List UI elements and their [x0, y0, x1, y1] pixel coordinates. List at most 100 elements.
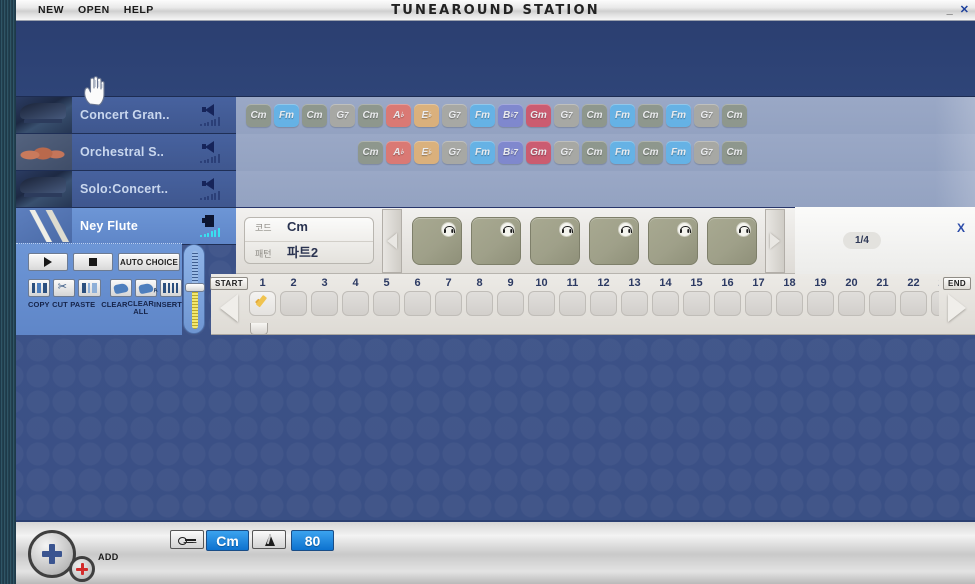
measure-box[interactable]	[280, 291, 307, 316]
end-button[interactable]: END	[942, 277, 972, 290]
measure-box[interactable]	[435, 291, 462, 316]
measure-cell[interactable]: 7	[433, 276, 464, 316]
chord-chip[interactable]: Cm	[246, 103, 271, 127]
chord-chip[interactable]: Fm	[470, 103, 495, 127]
measure-box[interactable]	[590, 291, 617, 316]
measure-box[interactable]	[311, 291, 338, 316]
measure-cell[interactable]: 12	[588, 276, 619, 316]
key-value-button[interactable]: Cm	[206, 530, 249, 551]
measure-cell[interactable]: 16	[712, 276, 743, 316]
measure-cell[interactable]: 22	[898, 276, 929, 316]
measure-cell[interactable]: 5	[371, 276, 402, 316]
key-select-button[interactable]	[170, 530, 204, 549]
close-editor-icon[interactable]: X	[957, 221, 965, 235]
pattern-next-button[interactable]	[765, 208, 785, 273]
track-row[interactable]: Concert Gran.. Cm Fm Cm G 7 Cm A ♭ E ♭ G 7 Fm B ♭ 7 Gm G 7…	[16, 96, 975, 134]
chord-chip[interactable]: G7	[554, 140, 579, 164]
cut-button[interactable]	[53, 279, 76, 297]
measure-box[interactable]	[838, 291, 865, 316]
chord-chip[interactable]: Cm	[722, 140, 747, 164]
pattern-slot[interactable]	[530, 216, 580, 265]
chord-chip[interactable]: E ♭	[414, 140, 439, 164]
timeline-next-icon[interactable]	[948, 294, 966, 322]
measure-box[interactable]	[776, 291, 803, 316]
measure-box[interactable]	[745, 291, 772, 316]
measure-cell[interactable]: 15	[681, 276, 712, 316]
fader-knob[interactable]	[185, 283, 205, 292]
measure-cell[interactable]: 11	[557, 276, 588, 316]
track-play-button[interactable]	[28, 253, 68, 271]
chord-chip[interactable]: G7	[330, 103, 355, 127]
chord-chip[interactable]: G7	[442, 103, 467, 127]
pattern-prev-button[interactable]	[382, 208, 402, 273]
chord-chip[interactable]: Fm	[610, 140, 635, 164]
measure-box[interactable]	[497, 291, 524, 316]
measure-cell[interactable]: 8	[464, 276, 495, 316]
timeline-prev-icon[interactable]	[220, 294, 238, 322]
chord-chip[interactable]: Cm	[722, 103, 747, 127]
track-row[interactable]: Solo:Concert..	[16, 170, 975, 208]
close-icon[interactable]: ✕	[960, 4, 969, 16]
track-volume-control[interactable]	[192, 104, 228, 126]
chord-chip[interactable]: Cm	[638, 140, 663, 164]
chord-chip[interactable]: Gm	[526, 103, 551, 127]
measure-box[interactable]	[683, 291, 710, 316]
track-row[interactable]: Orchestral S.. Cm A ♭ E ♭ G 7 Fm B ♭ 7 Gm G 7 Cm Fm Cm Fm…	[16, 133, 975, 171]
pattern-slot[interactable]	[707, 216, 757, 265]
measure-cell[interactable]: 20	[836, 276, 867, 316]
pattern-slot[interactable]	[648, 216, 698, 265]
chord-slot-empty[interactable]	[302, 141, 327, 164]
measure-cell[interactable]: 13	[619, 276, 650, 316]
measure-box[interactable]	[528, 291, 555, 316]
clear-button[interactable]	[109, 279, 132, 297]
measure-cell[interactable]: 4	[340, 276, 371, 316]
speaker-icon[interactable]	[202, 141, 218, 153]
chord-chip[interactable]: Cm	[358, 103, 383, 127]
track-stop-button[interactable]	[73, 253, 113, 271]
chord-chip[interactable]: G7	[694, 103, 719, 127]
chord-chip[interactable]: Cm	[358, 140, 383, 164]
chord-lane[interactable]: Cm Fm Cm G 7 Cm A ♭ E ♭ G 7 Fm B ♭ 7 Gm G 7 Cm Fm Cm Fm G 7 Cm	[236, 96, 975, 134]
clear-all-button[interactable]	[134, 279, 157, 297]
paste-button[interactable]	[78, 279, 101, 297]
measure-cell[interactable]: 2	[278, 276, 309, 316]
chord-chip[interactable]: G7	[554, 103, 579, 127]
chord-chip[interactable]: Fm	[666, 140, 691, 164]
chord-chip[interactable]: Cm	[638, 103, 663, 127]
measure-box[interactable]	[900, 291, 927, 316]
insert-button[interactable]	[159, 279, 183, 297]
measure-cell[interactable]: 17	[743, 276, 774, 316]
chord-chip[interactable]: Cm	[582, 140, 607, 164]
measure-cell[interactable]: 23	[929, 276, 939, 316]
measure-box[interactable]	[249, 291, 276, 316]
chord-chip[interactable]: G7	[442, 140, 467, 164]
measure-box[interactable]	[466, 291, 493, 316]
measure-box[interactable]	[404, 291, 431, 316]
pattern-slot[interactable]	[471, 216, 521, 265]
start-button[interactable]: START	[209, 277, 249, 290]
speaker-icon[interactable]	[202, 104, 218, 116]
measure-box[interactable]	[621, 291, 648, 316]
measure-box[interactable]	[931, 291, 939, 316]
chord-chip[interactable]: Fm	[666, 103, 691, 127]
track-fader[interactable]	[183, 244, 205, 334]
measure-cell[interactable]: 1	[247, 276, 278, 316]
speaker-icon[interactable]	[202, 215, 218, 227]
measure-box[interactable]	[714, 291, 741, 316]
chord-lane[interactable]	[236, 170, 975, 208]
chord-lane[interactable]: Cm A ♭ E ♭ G 7 Fm B ♭ 7 Gm G 7 Cm Fm Cm Fm G 7 Cm	[236, 133, 975, 171]
chord-chip[interactable]: Fm	[274, 103, 299, 127]
measure-box[interactable]	[807, 291, 834, 316]
chord-chip[interactable]: A ♭	[386, 140, 411, 164]
measure-box[interactable]	[652, 291, 679, 316]
measure-cell[interactable]: 19	[805, 276, 836, 316]
chord-chip[interactable]: E ♭	[414, 103, 439, 127]
chord-slot-empty[interactable]	[330, 141, 355, 164]
chord-chip[interactable]: Fm	[610, 103, 635, 127]
minimize-icon[interactable]: _	[947, 4, 953, 16]
chord-chip[interactable]: Cm	[302, 103, 327, 127]
chord-slot-empty[interactable]	[274, 141, 299, 164]
measure-cell[interactable]: 9	[495, 276, 526, 316]
tempo-select-button[interactable]	[252, 530, 286, 549]
chord-chip[interactable]: G7	[694, 140, 719, 164]
